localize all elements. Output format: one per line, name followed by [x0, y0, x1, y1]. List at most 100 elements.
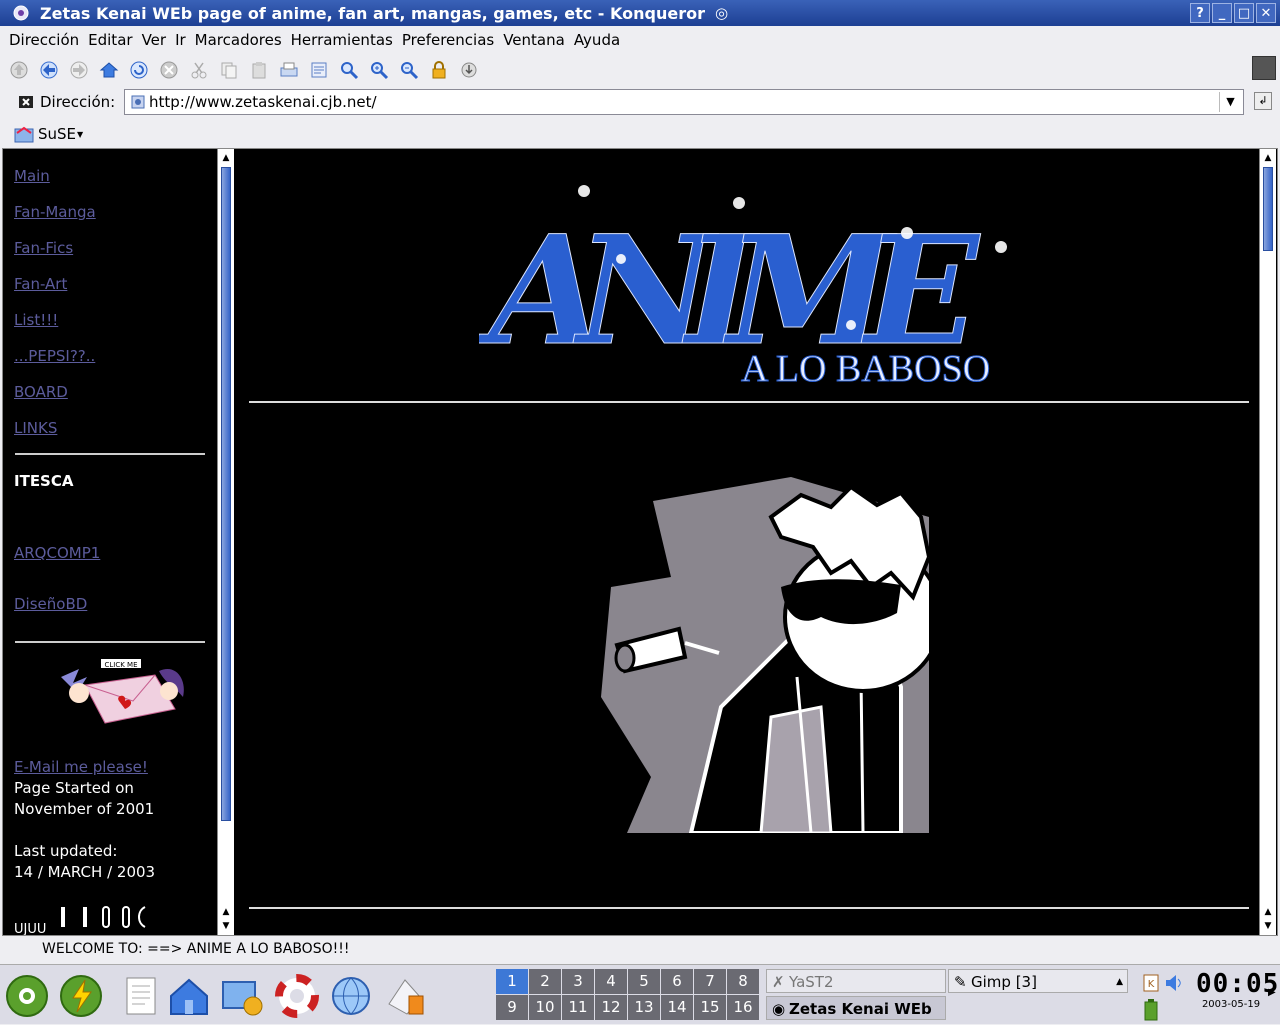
scroll-down-arrow-icon[interactable]: ▼ — [218, 919, 234, 933]
menu-preferencias[interactable]: Preferencias — [402, 31, 494, 49]
scroll-up-arrow-icon[interactable]: ▲ — [1260, 151, 1276, 165]
nav-link-fan-fics[interactable]: Fan-Fics — [14, 239, 73, 257]
main-scrollbar[interactable]: ▲ ▲ ▼ — [1259, 149, 1276, 935]
scroll-up-arrow-icon[interactable]: ▲ — [218, 151, 234, 165]
nav-link-list[interactable]: List!!! — [14, 311, 58, 329]
up-button[interactable] — [6, 58, 32, 82]
nav-link-links[interactable]: LINKS — [14, 419, 57, 437]
email-link[interactable]: E-Mail me please! — [14, 758, 148, 776]
reload-button[interactable] — [126, 58, 152, 82]
volume-icon[interactable] — [1164, 973, 1184, 993]
desktop-15-button[interactable]: 15 — [694, 995, 726, 1020]
desktop-5-button[interactable]: 5 — [628, 969, 660, 994]
desktop-7-button[interactable]: 7 — [694, 969, 726, 994]
menu-marcadores[interactable]: Marcadores — [195, 31, 282, 49]
page-favicon-icon — [131, 95, 145, 109]
desktop-14-button[interactable]: 14 — [661, 995, 693, 1020]
klipper-icon[interactable]: K — [1142, 973, 1160, 993]
back-button[interactable] — [36, 58, 62, 82]
desktop-pager: 1 2 3 4 5 6 7 8 9 10 11 12 13 14 15 16 — [496, 969, 759, 1020]
window-titlebar[interactable]: Zetas Kenai WEb page of anime, fan art, … — [0, 0, 1280, 26]
nav-link-main[interactable]: Main — [14, 167, 50, 185]
forward-icon — [70, 61, 88, 79]
task-group-arrow-icon[interactable]: ▲ — [1116, 970, 1123, 992]
stop-button[interactable] — [156, 58, 182, 82]
url-history-dropdown-icon[interactable]: ▼ — [1219, 92, 1241, 112]
sidebar-scrollbar[interactable]: ▲ ▲ ▼ — [217, 149, 234, 935]
print-button[interactable] — [276, 58, 302, 82]
desktop-1-button[interactable]: 1 — [496, 969, 528, 994]
nav-link-fan-manga[interactable]: Fan-Manga — [14, 203, 96, 221]
url-input[interactable]: http://www.zetaskenai.cjb.net/ ▼ — [124, 89, 1244, 115]
task-gimp[interactable]: ✎ Gimp [3] ▲ — [948, 969, 1128, 993]
email-clickme-image[interactable]: CLICK ME — [55, 657, 191, 729]
nav-link-disenobd[interactable]: DiseñoBD — [14, 595, 87, 613]
desktop-4-button[interactable]: 4 — [595, 969, 627, 994]
paste-button[interactable] — [246, 58, 272, 82]
cut-button[interactable] — [186, 58, 212, 82]
home-button[interactable] — [96, 58, 122, 82]
forward-button[interactable] — [66, 58, 92, 82]
sidebar-scroll-thumb[interactable] — [221, 167, 231, 821]
download-icon — [461, 62, 477, 78]
desktop-13-button[interactable]: 13 — [628, 995, 660, 1020]
zoom-out-button[interactable] — [396, 58, 422, 82]
desktop-9-button[interactable]: 9 — [496, 995, 528, 1020]
nav-link-pepsi[interactable]: ...PEPSI??.. — [14, 347, 95, 365]
menu-ayuda[interactable]: Ayuda — [574, 31, 620, 49]
menu-ver[interactable]: Ver — [142, 31, 167, 49]
battery-icon[interactable] — [1142, 999, 1160, 1021]
help-window-button[interactable]: ? — [1190, 3, 1210, 23]
help-launcher[interactable] — [274, 973, 320, 1019]
home-folder-launcher[interactable] — [166, 973, 212, 1019]
desktop-6-button[interactable]: 6 — [661, 969, 693, 994]
task-konqueror[interactable]: ◉ Zetas Kenai WEb — [766, 996, 946, 1020]
copy-button[interactable] — [216, 58, 242, 82]
maximize-button[interactable]: □ — [1234, 3, 1254, 23]
menu-ventana[interactable]: Ventana — [503, 31, 565, 49]
menu-editar[interactable]: Editar — [88, 31, 132, 49]
desktop-11-button[interactable]: 11 — [562, 995, 594, 1020]
download-button[interactable] — [456, 58, 482, 82]
menu-herramientas[interactable]: Herramientas — [291, 31, 393, 49]
desktop-2-button[interactable]: 2 — [529, 969, 561, 994]
desktop-10-button[interactable]: 10 — [529, 995, 561, 1020]
scroll-down-arrow-icon[interactable]: ▼ — [1260, 919, 1276, 933]
throbber-gear-icon[interactable] — [1252, 56, 1276, 80]
suse-menu-button[interactable] — [4, 973, 50, 1019]
taskbar-clock[interactable]: 00:05 2003-05-19 — [1196, 969, 1278, 1025]
desktop-16-button[interactable]: 16 — [727, 995, 759, 1020]
text-editor-launcher[interactable] — [118, 973, 164, 1019]
panel-hide-arrow-icon[interactable]: ▶ — [1268, 987, 1276, 998]
print-frame-button[interactable] — [306, 58, 332, 82]
nav-link-arqcomp1[interactable]: ARQCOMP1 — [14, 544, 100, 562]
security-button[interactable] — [426, 58, 452, 82]
browser-launcher[interactable] — [328, 973, 374, 1019]
desktop-3-button[interactable]: 3 — [562, 969, 594, 994]
desktop-8-button[interactable]: 8 — [727, 969, 759, 994]
close-window-button[interactable]: ✕ — [1256, 3, 1276, 23]
nav-link-board[interactable]: BOARD — [14, 383, 68, 401]
scroll-up-arrow-icon[interactable]: ▲ — [1260, 905, 1276, 919]
find-button[interactable] — [336, 58, 362, 82]
cut-icon — [191, 62, 207, 79]
visitor-counter: UJUU — [14, 922, 47, 935]
zoom-in-button[interactable] — [366, 58, 392, 82]
office-launcher[interactable] — [382, 973, 428, 1019]
scroll-up-arrow-icon[interactable]: ▲ — [218, 905, 234, 919]
main-scroll-thumb[interactable] — [1263, 167, 1273, 251]
menu-direccion[interactable]: Dirección — [9, 31, 79, 49]
desktop-12-button[interactable]: 12 — [595, 995, 627, 1020]
go-button[interactable]: ↲ — [1254, 92, 1272, 110]
control-center-launcher[interactable] — [218, 973, 264, 1019]
main-frame: ANIME A LO BABOSO — [235, 149, 1259, 935]
minimize-button[interactable]: _ — [1212, 3, 1232, 23]
clear-location-icon[interactable] — [18, 94, 34, 110]
bookmark-suse[interactable]: SuSE — [38, 125, 76, 143]
quick-launch-button[interactable] — [58, 973, 104, 1019]
bookmark-dropdown-icon[interactable]: ▼ — [77, 130, 83, 139]
task-yast2[interactable]: ✗ YaST2 — [766, 969, 946, 993]
konqueror-icon — [13, 5, 29, 21]
nav-link-fan-art[interactable]: Fan-Art — [14, 275, 67, 293]
menu-ir[interactable]: Ir — [175, 31, 186, 49]
